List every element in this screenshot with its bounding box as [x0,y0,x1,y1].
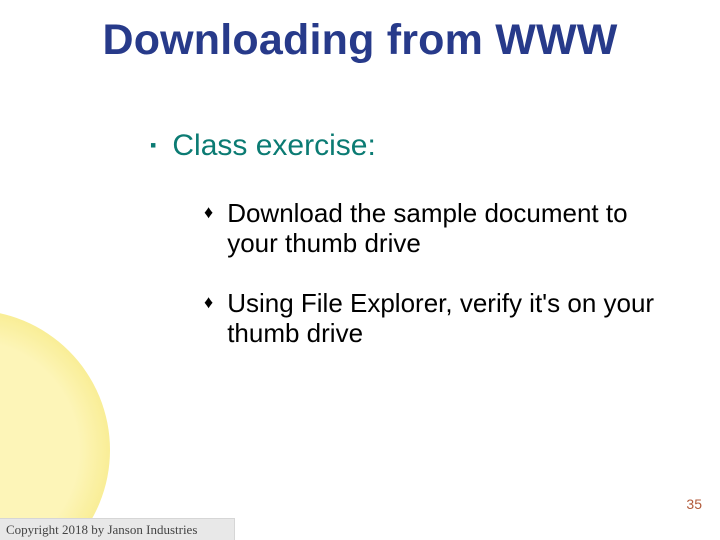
copyright-text: Copyright 2018 by Janson Industries [6,522,197,538]
level2-text: Download the sample document to your thu… [227,198,680,258]
page-number: 35 [686,496,702,512]
diamond-bullet-icon: ♦ [204,288,213,316]
slide-title: Downloading from WWW [0,16,720,65]
level1-text: Class exercise: [172,130,375,162]
slide: Downloading from WWW ▪ Class exercise: ♦… [0,0,720,540]
list-item: ♦ Using File Explorer, verify it's on yo… [204,288,680,348]
diamond-bullet-icon: ♦ [204,198,213,226]
level2-text: Using File Explorer, verify it's on your… [227,288,680,348]
list-item: ♦ Download the sample document to your t… [204,198,680,258]
slide-content: ▪ Class exercise: ♦ Download the sample … [150,130,680,378]
list-item: ▪ Class exercise: [150,130,680,162]
square-bullet-icon: ▪ [150,130,156,160]
sub-list: ♦ Download the sample document to your t… [204,198,680,348]
copyright-bar: Copyright 2018 by Janson Industries [0,518,235,540]
